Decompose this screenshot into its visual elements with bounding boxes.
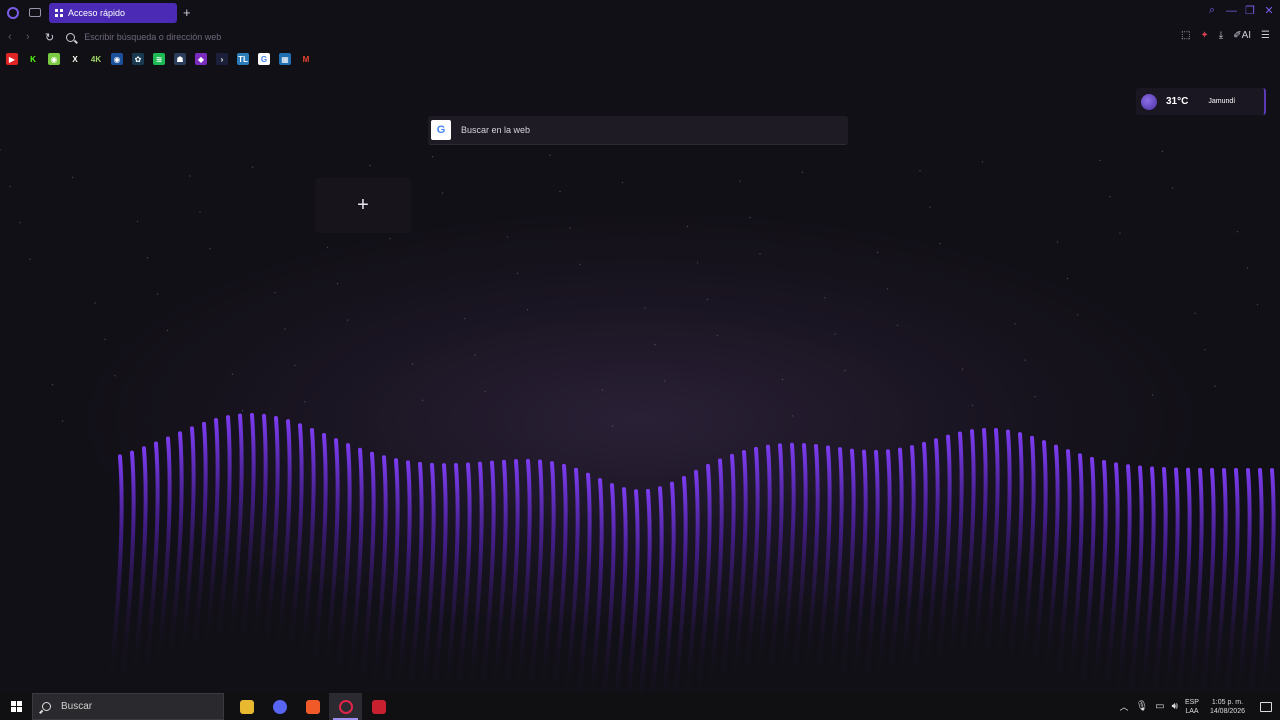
trello-icon[interactable]: TL [237,53,249,65]
taskbar-search-label: Buscar [61,701,93,712]
grid-app-icon[interactable]: ▦ [279,53,291,65]
twitch-alt-icon[interactable]: ◉ [48,53,60,65]
file-explorer-icon [239,699,254,714]
weather-temperature: 31°C [1166,96,1189,107]
easy-setup-icon[interactable]: ☰ [1261,30,1270,41]
new-tab-button[interactable]: + [183,6,191,19]
4k-icon[interactable]: 4K [90,53,102,65]
app-red-icon [371,699,386,714]
back-icon[interactable]: ‹ [8,31,18,43]
opera-menu-icon[interactable] [7,6,19,19]
brave-taskbar-button[interactable] [296,693,329,720]
wallpaper-background [0,0,1280,720]
weather-cloudy-icon [1141,93,1157,110]
tab-bar: Acceso rápido + ⌕ — ❐ ✕ [0,0,1280,25]
forward-icon[interactable]: › [26,31,36,43]
search-icon [42,702,51,711]
x-icon[interactable]: X [69,53,81,65]
language-line1: ESP [1184,698,1199,706]
taskbar-search-box[interactable]: Buscar [32,693,224,720]
notification-center-icon[interactable] [1260,701,1272,712]
kick-icon[interactable]: K [27,53,39,65]
language-indicator[interactable]: ESP LAA [1185,698,1199,716]
gmail-icon[interactable]: M [300,53,312,65]
wave-artwork [0,149,1276,720]
toolbar-right: ⬚ ✦ ⤓ ✐AI ☰ [1181,30,1270,41]
discord-icon [272,699,287,714]
close-icon[interactable]: ✕ [1264,4,1274,17]
language-line2: LAA [1185,707,1199,715]
web-search-placeholder: Buscar en la web [461,125,531,135]
start-button[interactable] [0,693,32,720]
clock[interactable]: 1:05 p. m. 14/08/2026 [1210,698,1245,716]
address-input[interactable]: Escribir búsqueda o dirección web [84,32,221,42]
weather-city: Jamundí [1208,98,1236,105]
robot-icon[interactable]: ☗ [174,53,186,65]
speed-dial-icon [55,8,63,17]
eye-icon[interactable]: ◉ [111,53,123,65]
volume-icon[interactable]: 🔊︎ [1172,701,1178,712]
tab-label: Acceso rápido [68,7,126,18]
opera-gx-icon [338,699,353,714]
google-icon: G [431,120,451,140]
address-bar-row: ‹ › ↻ Escribir búsqueda o dirección web … [0,27,1280,47]
taskbar-apps [230,693,395,720]
taskbar: Buscar ︿ 🎙︎ ▭ 🔊︎ ESP LAA 1:05 p. m. 14/0… [0,693,1280,720]
window-controls: ⌕ — ❐ ✕ [1207,4,1274,17]
youtube-icon[interactable]: ▶ [6,53,18,65]
app-red-taskbar-button[interactable] [362,693,395,720]
add-speed-dial-button[interactable]: + [315,178,411,233]
terminal-icon[interactable]: › [216,53,228,65]
opera-gx-taskbar-button[interactable] [329,693,362,720]
file-explorer-taskbar-button[interactable] [230,693,263,720]
reload-icon[interactable]: ↻ [45,31,54,44]
search-tabs-icon[interactable]: ⌕ [1207,4,1217,17]
web-search-box[interactable]: G Buscar en la web [428,116,848,145]
chatgpt-icon[interactable]: ✿ [132,53,144,65]
plus-icon: + [357,194,369,216]
snapshot-icon[interactable]: ⬚ [1181,30,1190,41]
brave-icon [305,699,320,714]
microphone-icon[interactable]: 🎙︎ [1135,701,1148,712]
system-tray: ︿ 🎙︎ ▭ 🔊︎ ESP LAA 1:05 p. m. 14/08/2026 [1119,693,1280,720]
bookmarks-bar: ▶ K ◉ X 4K ◉ ✿ ≋ ☗ ◆ › TL G ▦ M [6,53,312,65]
tab-overview-icon[interactable] [29,8,41,17]
windows-icon [10,701,22,712]
discord-taskbar-button[interactable] [263,693,296,720]
restore-icon[interactable]: ❐ [1245,4,1255,17]
address-search-icon [66,32,76,42]
clock-date: 14/08/2026 [1209,707,1245,715]
download-icon[interactable]: ⤓ [1219,30,1223,41]
weather-widget[interactable]: 31°C Jamundí [1136,88,1266,115]
spotify-icon[interactable]: ≋ [153,53,165,65]
extension-icon[interactable]: ✦ [1200,30,1208,41]
aria-ai-icon[interactable]: ✐AI [1233,30,1251,41]
network-icon[interactable]: ▭ [1155,701,1164,712]
google-icon[interactable]: G [258,53,270,65]
tab-acceso-rapido[interactable]: Acceso rápido [49,2,177,23]
clock-time: 1:05 p. m. [1211,698,1244,706]
show-hidden-icons-icon[interactable]: ︿ [1119,700,1128,713]
pomelo-icon[interactable]: ◆ [195,53,207,65]
minimize-icon[interactable]: — [1226,5,1237,17]
